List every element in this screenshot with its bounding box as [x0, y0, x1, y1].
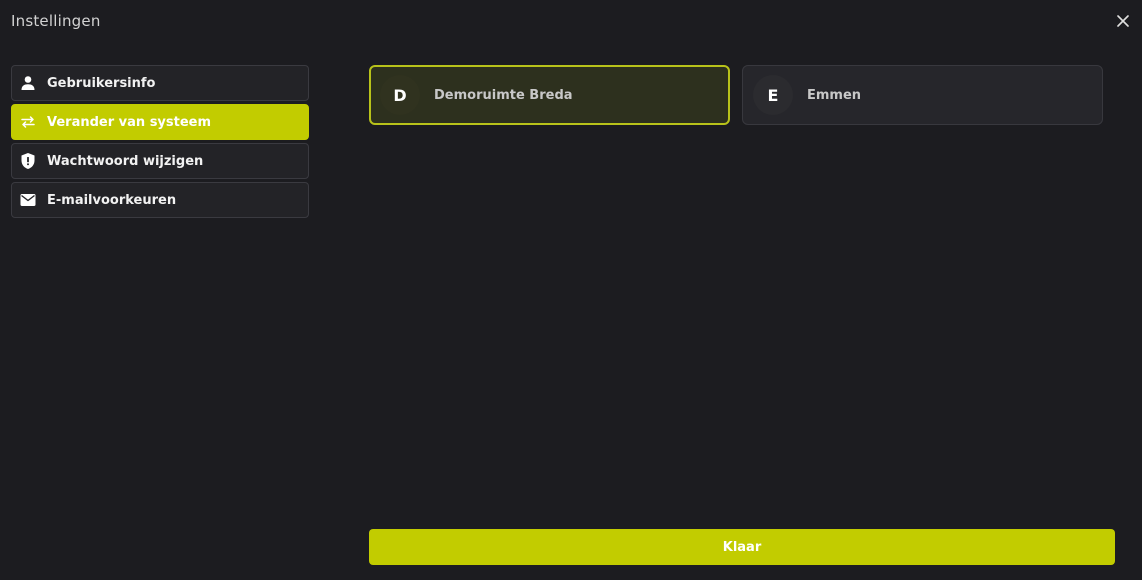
sidebar-item-label: Wachtwoord wijzigen	[47, 153, 204, 169]
close-button[interactable]	[1114, 12, 1132, 30]
done-button[interactable]: Klaar	[369, 529, 1115, 565]
system-name: Demoruimte Breda	[434, 87, 573, 103]
settings-sidebar: Gebruikersinfo Verander van systeem Wach…	[11, 65, 309, 221]
sidebar-item-label: E-mailvoorkeuren	[47, 192, 177, 208]
sidebar-item-label: Gebruikersinfo	[47, 75, 156, 91]
swap-arrows-icon	[19, 113, 37, 131]
envelope-icon	[19, 191, 37, 209]
system-avatar: E	[753, 75, 793, 115]
settings-dialog: Instellingen Gebruikersinfo Verander van…	[0, 0, 1142, 580]
sidebar-item-change-password[interactable]: Wachtwoord wijzigen	[11, 143, 309, 179]
system-avatar: D	[380, 75, 420, 115]
sidebar-item-change-system[interactable]: Verander van systeem	[11, 104, 309, 140]
person-icon	[19, 74, 37, 92]
close-icon	[1117, 15, 1129, 27]
system-card-demoruimte-breda[interactable]: D Demoruimte Breda	[369, 65, 730, 125]
sidebar-item-user-info[interactable]: Gebruikersinfo	[11, 65, 309, 101]
sidebar-item-email-preferences[interactable]: E-mailvoorkeuren	[11, 182, 309, 218]
shield-alert-icon	[19, 152, 37, 170]
system-list: D Demoruimte Breda E Emmen	[369, 65, 1103, 125]
system-name: Emmen	[807, 87, 862, 103]
sidebar-item-label: Verander van systeem	[47, 114, 212, 130]
system-card-emmen[interactable]: E Emmen	[742, 65, 1103, 125]
dialog-title: Instellingen	[11, 12, 101, 30]
